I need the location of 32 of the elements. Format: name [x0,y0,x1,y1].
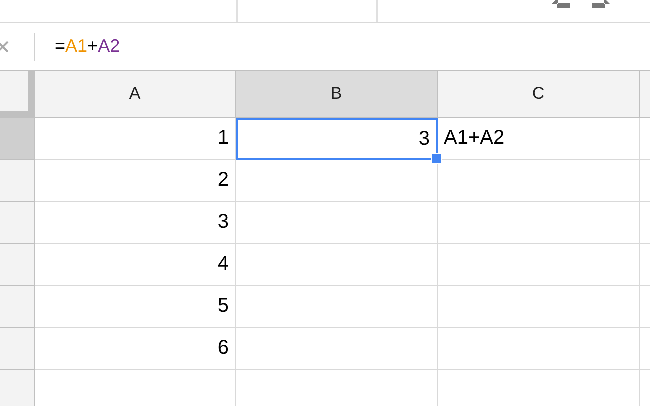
row-header[interactable] [0,370,35,406]
table-cell[interactable]: 3 [35,202,236,244]
column-header[interactable] [640,71,650,118]
table-cell[interactable] [438,328,640,370]
table-cell[interactable] [236,202,438,244]
table-cell[interactable]: 6 [35,328,236,370]
row-header[interactable] [0,202,35,244]
row-header[interactable] [0,244,35,286]
row-header[interactable] [0,160,35,202]
row-header[interactable] [0,286,35,328]
table-cell[interactable] [236,328,438,370]
formula-input[interactable]: =A1+A2 [55,36,120,57]
table-cell[interactable] [438,244,640,286]
table-cell[interactable]: 2 [35,160,236,202]
column-header[interactable]: A [35,71,236,118]
row-header[interactable] [0,328,35,370]
table-cell[interactable] [438,286,640,328]
column-header[interactable]: B [236,71,438,118]
table-cell[interactable] [236,286,438,328]
undo-icon[interactable] [552,0,570,8]
fill-handle[interactable] [431,153,442,164]
table-cell[interactable]: 1 [35,118,236,160]
column-header[interactable]: C [438,71,640,118]
select-all-corner[interactable] [0,71,35,118]
table-cell[interactable] [438,160,640,202]
row-header[interactable] [0,118,35,160]
table-cell[interactable]: A1+A2 [438,118,640,160]
table-cell[interactable] [236,244,438,286]
table-cell[interactable]: 5 [35,286,236,328]
table-cell[interactable]: 4 [35,244,236,286]
redo-icon[interactable] [592,0,610,8]
table-cell[interactable] [438,202,640,244]
